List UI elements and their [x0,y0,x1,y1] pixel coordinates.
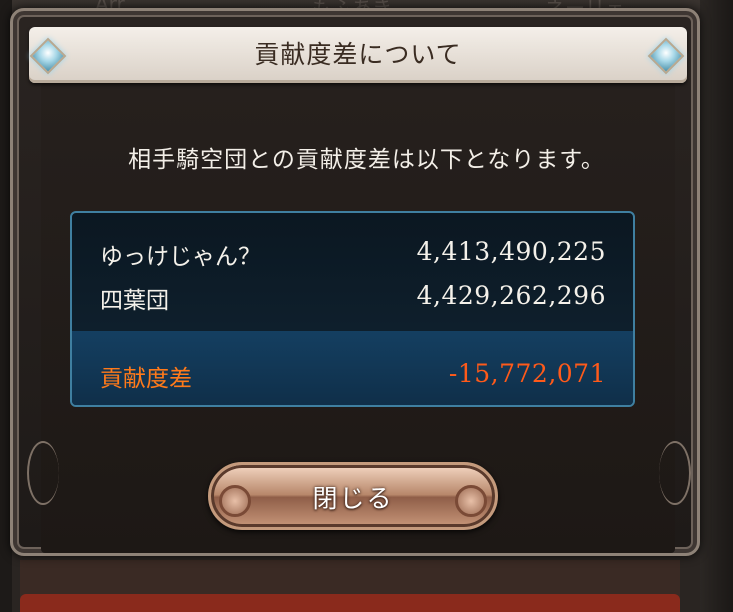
close-button-label: 閉じる [312,484,394,513]
dialog-title: 貢献度差について [254,40,462,69]
background-button [20,594,680,612]
crew-score: 4,413,490,225 [416,237,606,266]
frame-ornament [27,441,59,505]
dialog-title-bar: 貢献度差について [29,27,687,83]
score-row: ゆっけじゃん？ 4,413,490,225 [100,237,606,271]
dialog-message: 相手騎空団との貢献度差は以下となります。 [128,147,605,173]
close-button-area: 閉じる [208,462,498,530]
background-edge [700,0,733,612]
close-button[interactable]: 閉じる [208,462,498,530]
crew-name: ゆっけじゃん？ [100,244,261,270]
score-row: 四葉団 4,429,262,296 [100,281,606,315]
crew-name: 四葉団 [100,288,169,314]
crew-score: 4,429,262,296 [416,281,606,310]
frame-ornament [659,441,691,505]
score-panel: ゆっけじゃん？ 4,413,490,225 四葉団 4,429,262,296 … [70,211,635,407]
difference-label: 貢献度差 [100,366,192,392]
difference-value: -15,772,071 [448,359,606,388]
difference-row: 貢献度差 -15,772,071 [100,359,606,393]
